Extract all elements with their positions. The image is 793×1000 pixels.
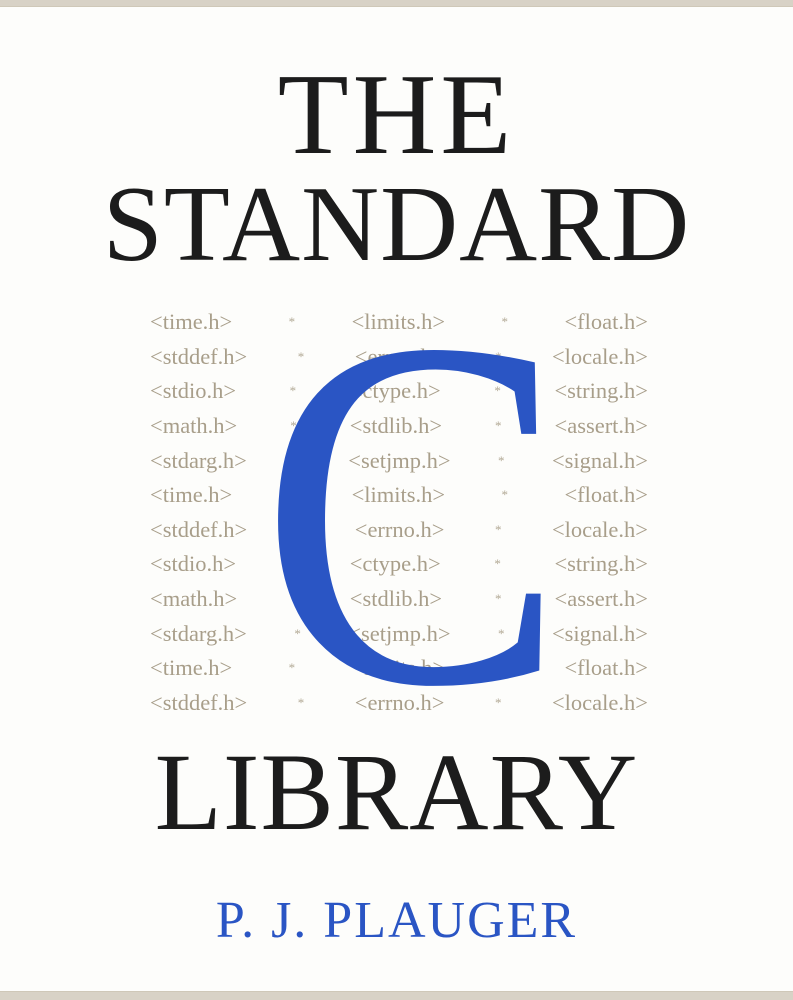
header-file-name: <locale.h> <box>551 516 648 542</box>
header-file-name: <string.h> <box>554 551 648 577</box>
header-file-name: <locale.h> <box>551 689 648 715</box>
header-file-name: <time.h> <box>150 655 233 681</box>
header-file-name: <stddef.h> <box>150 343 248 369</box>
header-file-name: <signal.h> <box>551 620 648 646</box>
header-file-name: <float.h> <box>564 655 648 681</box>
header-file-name: <stdio.h> <box>150 378 237 404</box>
header-file-name: <math.h> <box>150 413 238 439</box>
header-file-name: <stddef.h> <box>150 689 248 715</box>
header-file-name: <float.h> <box>564 482 648 508</box>
header-file-name: <time.h> <box>150 309 233 335</box>
header-file-name: <assert.h> <box>554 413 648 439</box>
header-file-name: <signal.h> <box>551 447 648 473</box>
big-c-letter: C <box>259 236 567 790</box>
header-file-name: <stdarg.h> <box>150 447 247 473</box>
header-file-name: <stdio.h> <box>150 551 237 577</box>
book-cover: THE STANDARD <time.h> * <limits.h> * <float.… <box>0 6 793 992</box>
author-name: P. J. PLAUGER <box>215 892 578 949</box>
header-file-name: <stddef.h> <box>150 516 248 542</box>
header-file-name: <float.h> <box>564 309 648 335</box>
title-the: THE <box>277 51 516 179</box>
header-file-name: <assert.h> <box>554 586 648 612</box>
header-file-name: <stdarg.h> <box>150 620 247 646</box>
header-file-name: <time.h> <box>150 482 233 508</box>
title-library: LIBRARY <box>154 731 639 853</box>
header-file-name: <locale.h> <box>551 343 648 369</box>
header-file-name: <string.h> <box>554 378 648 404</box>
header-file-name: <math.h> <box>150 586 238 612</box>
